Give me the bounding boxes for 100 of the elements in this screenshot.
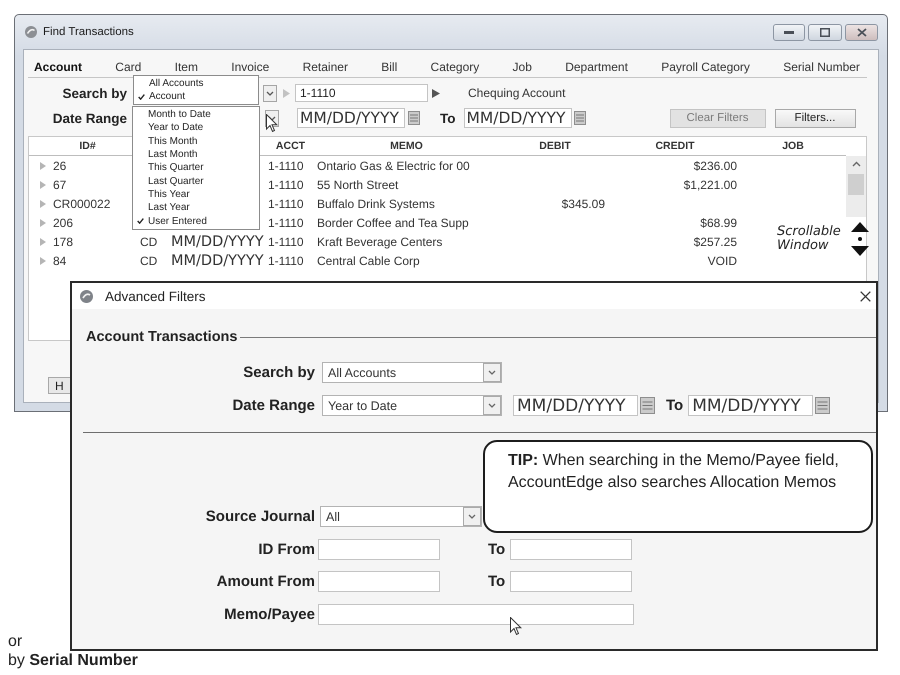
table-cell: $345.09 <box>562 196 605 210</box>
table-cell: 206 <box>53 216 74 230</box>
memo-payee-label: Memo/Payee <box>224 606 315 623</box>
scrollbar[interactable] <box>846 156 866 217</box>
tab[interactable]: Serial Number <box>783 60 860 74</box>
search-by-label: Search by <box>243 364 315 381</box>
up-down-arrows-icon <box>851 222 869 256</box>
source-journal-label: Source Journal <box>206 508 315 525</box>
tab[interactable]: Bill <box>381 60 398 74</box>
to-label: To <box>440 110 456 126</box>
group-label: Account Transactions <box>86 329 238 345</box>
logo-icon <box>25 26 37 38</box>
table-cell: MM/DD/YYYY <box>171 252 264 268</box>
input-field[interactable] <box>510 539 632 560</box>
tab[interactable]: Job <box>512 60 532 74</box>
tab[interactable]: Card <box>115 60 142 74</box>
column-header[interactable]: JOB <box>782 140 804 152</box>
column-header[interactable]: DEBIT <box>539 140 571 152</box>
filters-button[interactable]: Filters... <box>774 108 856 128</box>
account-field[interactable]: 1-1110 <box>295 84 428 102</box>
menu-item[interactable]: Account <box>134 90 258 103</box>
row-arrow-icon <box>40 180 46 188</box>
date-field[interactable]: MM/DD/YYYY <box>297 108 405 128</box>
chevron-icon <box>483 396 501 415</box>
menu-item[interactable]: Last Quarter <box>133 174 259 188</box>
date-field[interactable]: MM/DD/YYYY <box>513 395 638 416</box>
tip-text: TIP: When searching in the Memo/Payee field, AccountEdge also searches Allocation Memos <box>508 451 840 493</box>
tab[interactable]: Item <box>174 60 198 74</box>
table-cell: MM/DD/YYYY <box>171 234 264 250</box>
search-by-label: Search by <box>62 86 127 100</box>
calendar-icon[interactable] <box>574 111 586 125</box>
menu-item[interactable]: This Year <box>133 188 259 202</box>
date-range-label: Date Range <box>52 110 127 126</box>
tab[interactable]: Retainer <box>302 60 348 74</box>
dropdown-field[interactable]: All Accounts <box>322 362 502 383</box>
menu-item[interactable]: User Entered <box>133 214 259 228</box>
close-button[interactable] <box>845 24 878 40</box>
input-field[interactable] <box>318 604 634 625</box>
scrollbar-thumb[interactable] <box>848 174 864 195</box>
id-from-label: ID From <box>258 541 315 558</box>
menu-item[interactable]: Last Year <box>133 201 259 214</box>
minimize-button[interactable] <box>773 24 805 40</box>
calendar-icon[interactable] <box>815 397 830 414</box>
annotation-text: Scrollable Window <box>777 225 842 253</box>
table-cell: $68.99 <box>700 216 737 230</box>
help-button[interactable]: H <box>48 377 70 394</box>
table-cell: Border Coffee and Tea Supp <box>317 216 469 230</box>
tab[interactable]: Department <box>565 60 628 74</box>
menu-item[interactable]: This Month <box>133 134 259 148</box>
maximize-icon <box>820 28 830 36</box>
menu-item[interactable]: Month to Date <box>133 108 259 122</box>
arrow-icon[interactable] <box>432 88 440 98</box>
chevron-icon <box>483 363 501 382</box>
menu-item[interactable]: Last Month <box>133 148 259 162</box>
input-field[interactable] <box>510 571 632 592</box>
input-field[interactable] <box>318 539 440 560</box>
column-header[interactable]: MEMO <box>390 140 423 152</box>
date-field[interactable]: MM/DD/YYYY <box>464 108 572 128</box>
dropdown-field[interactable]: Year to Date <box>322 395 502 416</box>
maximize-button[interactable] <box>808 24 842 40</box>
column-header[interactable]: CREDIT <box>655 140 695 152</box>
table-cell: $236.00 <box>694 158 737 172</box>
dropdown-field[interactable]: All <box>320 506 482 527</box>
table-cell: 26 <box>53 158 66 172</box>
tab[interactable]: Category <box>430 60 480 74</box>
table-cell: 1-1110 <box>268 254 304 268</box>
menu-item[interactable]: This Quarter <box>133 161 259 174</box>
row-arrow-icon <box>40 256 46 264</box>
table-cell: Kraft Beverage Centers <box>317 234 442 248</box>
table-cell: CD <box>140 234 158 248</box>
close-icon <box>860 290 870 302</box>
table-cell: CD <box>140 254 158 268</box>
account-name: Chequing Account <box>468 86 566 100</box>
tab[interactable]: Invoice <box>231 60 270 74</box>
row-arrow-icon <box>40 218 46 226</box>
tab[interactable]: Payroll Category <box>661 60 750 74</box>
chevron-icon <box>463 507 481 526</box>
amount-from-label: Amount From <box>216 573 315 590</box>
scroll-up-icon[interactable] <box>852 161 860 167</box>
logo-icon <box>80 290 93 302</box>
menu-item[interactable]: All Accounts <box>134 77 258 90</box>
column-header[interactable]: ACCT <box>276 140 306 152</box>
input-field[interactable] <box>318 571 440 592</box>
calendar-icon[interactable] <box>640 397 655 414</box>
cursor-icon <box>266 114 278 133</box>
minimize-icon <box>784 30 794 34</box>
column-header[interactable]: ID# <box>79 140 96 152</box>
check-icon <box>137 218 144 224</box>
chevron-icon[interactable] <box>263 84 277 102</box>
row-arrow-icon <box>40 200 46 208</box>
tab[interactable]: Account <box>34 60 82 74</box>
date-range-label: Date Range <box>232 397 315 414</box>
date-field[interactable]: MM/DD/YYYY <box>688 395 814 416</box>
calendar-icon[interactable] <box>408 111 420 125</box>
to-label: To <box>666 397 684 414</box>
row-arrow-icon <box>40 162 46 170</box>
menu-item[interactable]: Year to Date <box>133 121 259 135</box>
table-cell: 1-1110 <box>268 196 304 210</box>
table-cell: 178 <box>53 234 74 248</box>
table-cell: 1-1110 <box>268 234 304 248</box>
